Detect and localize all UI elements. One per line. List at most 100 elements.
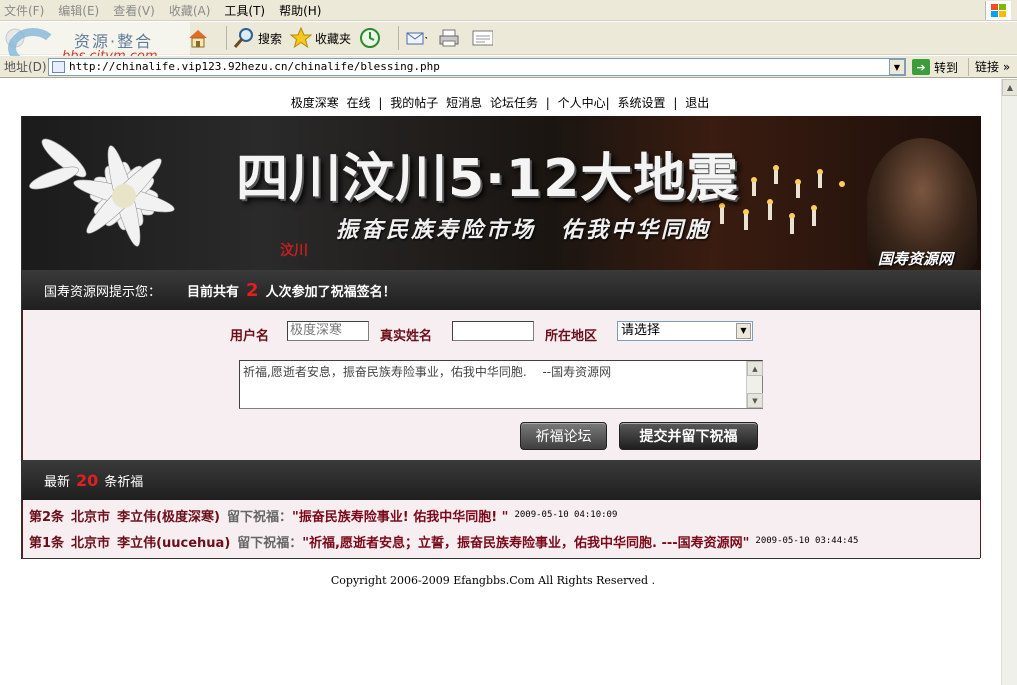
latest-blessings-bar: 最新 20 条祈福 xyxy=(22,460,981,500)
username-label: 用户名 xyxy=(230,329,270,344)
banner-subtitle: 振奋民族寿险市场 佑我中华同胞 xyxy=(336,217,712,243)
windows-logo-icon xyxy=(985,1,1011,20)
row-time: 2009-05-10 03:44:45 xyxy=(755,536,859,546)
address-url: http://chinalife.vip123.92hezu.cn/chinal… xyxy=(69,60,440,73)
submit-blessing-button[interactable]: 提交并留下祝福 xyxy=(619,422,758,450)
row-verb: 留下祝福： xyxy=(237,535,303,551)
row-verb: 留下祝福： xyxy=(226,509,292,525)
notice-hint: 国寿资源网提示您： xyxy=(44,284,162,300)
region-label: 所在地区 xyxy=(545,329,598,344)
notice-prefix: 目前共有 xyxy=(187,284,240,300)
address-bar: 地址(D) http://chinalife.vip123.92hezu.cn/… xyxy=(0,56,1017,78)
banner-wenchuan-label: 汶川 xyxy=(280,243,308,259)
links-button[interactable]: 链接 » xyxy=(968,58,1010,76)
home-button[interactable] xyxy=(187,27,212,49)
go-button[interactable]: ➔ 转到 xyxy=(912,58,958,76)
username-input[interactable]: 极度深寒 xyxy=(287,321,369,341)
banner-title: 四川汶川5·12大地震 xyxy=(236,149,740,209)
printer-icon xyxy=(438,27,460,49)
search-button[interactable]: 搜索 xyxy=(233,27,282,49)
copyright-footer: Copyright 2006-2009 Efangbbs.Com All Rig… xyxy=(330,574,656,587)
row-message: "振奋民族寿险事业! 佑我中华同胞! " xyxy=(291,509,509,525)
list-item: 第2条 北京市 李立伟(极度深寒) 留下祝福： "振奋民族寿险事业! 佑我中华同… xyxy=(29,502,980,528)
address-label: 地址(D) xyxy=(4,60,47,74)
notice-suffix: 人次参加了祝福签名！ xyxy=(265,284,396,300)
nav-divider: | xyxy=(673,96,678,110)
nav-personal-center[interactable]: 个人中心| xyxy=(558,96,610,110)
print-button[interactable] xyxy=(438,27,463,49)
region-select[interactable]: 请选择 ▼ xyxy=(617,321,753,341)
realname-label: 真实姓名 xyxy=(380,329,433,344)
menu-view[interactable]: 查看(V) xyxy=(113,2,155,19)
nav-online[interactable]: 在线 xyxy=(347,96,371,110)
blessing-textarea[interactable]: 祈福,愿逝者安息，振奋民族寿险事业，佑我中华同胞. --国寿资源网 ▲ ▼ xyxy=(239,360,763,409)
scroll-down-icon[interactable]: ▼ xyxy=(747,393,763,408)
mail-button[interactable] xyxy=(405,27,430,49)
row-time: 2009-05-10 04:10:09 xyxy=(514,510,618,520)
blessing-list: 第2条 北京市 李立伟(极度深寒) 留下祝福： "振奋民族寿险事业! 佑我中华同… xyxy=(22,500,981,558)
history-icon xyxy=(359,27,381,49)
page-scrollbar[interactable]: ▲ xyxy=(1001,79,1017,685)
favorites-button[interactable]: 收藏夹 xyxy=(290,27,351,49)
region-selected: 请选择 xyxy=(621,323,661,338)
row-user[interactable]: 李立伟(uucehua) xyxy=(117,532,230,551)
history-button[interactable] xyxy=(359,27,384,49)
banner-site-name: 国寿资源网 xyxy=(878,250,954,268)
toolbar-separator xyxy=(398,26,400,50)
notice-bar: 国寿资源网提示您： 目前共有 2 人次参加了祝福签名！ xyxy=(22,270,981,310)
chevron-right-icon: » xyxy=(1002,60,1011,74)
chevron-down-icon: ▼ xyxy=(893,62,901,72)
latest-prefix: 最新 xyxy=(44,474,71,490)
nav-username[interactable]: 极度深寒 xyxy=(291,96,339,110)
favorites-label: 收藏夹 xyxy=(315,31,352,46)
memorial-banner: 四川汶川5·12大地震 振奋民族寿险市场 佑我中华同胞 汶川 国寿资源网 xyxy=(22,116,981,270)
nav-logout[interactable]: 退出 xyxy=(685,96,709,110)
blessing-text: 祈福,愿逝者安息，振奋民族寿险事业，佑我中华同胞. --国寿资源网 xyxy=(243,365,612,379)
document-edit-icon xyxy=(471,27,494,49)
textarea-scrollbar[interactable]: ▲ ▼ xyxy=(746,361,763,408)
participant-count: 2 xyxy=(246,279,259,301)
address-input[interactable]: http://chinalife.vip123.92hezu.cn/chinal… xyxy=(48,58,906,76)
nav-divider: | xyxy=(378,96,383,110)
mail-icon xyxy=(405,27,428,49)
row-user[interactable]: 李立伟(极度深寒) xyxy=(117,506,220,525)
nav-messages[interactable]: 短消息 xyxy=(446,96,482,110)
latest-suffix: 条祈福 xyxy=(104,474,144,490)
menu-edit[interactable]: 编辑(E) xyxy=(58,2,99,19)
edit-button[interactable] xyxy=(471,27,496,49)
blessing-panel: 四川汶川5·12大地震 振奋民族寿险市场 佑我中华同胞 汶川 国寿资源网 国寿资… xyxy=(21,116,981,559)
row-city: 北京市 xyxy=(71,509,111,525)
row-index: 第1条 xyxy=(29,535,65,551)
search-icon xyxy=(233,27,255,49)
chevron-down-icon: ▼ xyxy=(736,323,751,339)
page-icon xyxy=(52,61,65,73)
menu-file[interactable]: 文件(F) xyxy=(4,2,44,19)
prayer-forum-button[interactable]: 祈福论坛 xyxy=(520,422,607,450)
go-arrow-icon: ➔ xyxy=(912,59,930,75)
list-item: 第1条 北京市 李立伟(uucehua) 留下祝福： "祈福,愿逝者安息；立誓，… xyxy=(29,528,980,554)
menu-tools[interactable]: 工具(T) xyxy=(224,2,265,19)
links-label: 链接 xyxy=(975,60,1000,74)
address-dropdown-button[interactable]: ▼ xyxy=(889,59,905,75)
nav-forum-tasks[interactable]: 论坛任务 xyxy=(490,96,538,110)
scroll-up-icon[interactable]: ▲ xyxy=(747,361,763,376)
realname-input[interactable] xyxy=(452,321,534,341)
star-icon xyxy=(290,27,313,49)
nav-my-posts[interactable]: 我的帖子 xyxy=(390,96,438,110)
menu-favorites[interactable]: 收藏(A) xyxy=(169,2,211,19)
latest-count: 20 xyxy=(76,470,99,490)
go-label: 转到 xyxy=(934,60,959,75)
menu-help[interactable]: 帮助(H) xyxy=(279,2,321,19)
row-index: 第2条 xyxy=(29,509,65,525)
blessing-form: 用户名 极度深寒 真实姓名 所在地区 请选择 ▼ 祈福,愿逝者安息，振奋民族寿险… xyxy=(22,310,981,460)
menu-bar: 文件(F) 编辑(E) 查看(V) 收藏(A) 工具(T) 帮助(H) xyxy=(0,0,1017,21)
toolbar-separator xyxy=(226,26,227,50)
top-navigation: 极度深寒 在线 | 我的帖子 短消息 论坛任务 | 个人中心| 系统设置 | 退… xyxy=(0,94,1000,111)
row-city: 北京市 xyxy=(71,535,111,551)
scroll-up-icon[interactable]: ▲ xyxy=(1002,79,1017,96)
nav-settings[interactable]: 系统设置 xyxy=(618,96,666,110)
home-icon xyxy=(187,27,209,49)
chrysanthemum-image xyxy=(29,138,175,247)
nav-divider: | xyxy=(545,96,550,110)
search-label: 搜索 xyxy=(258,31,283,46)
